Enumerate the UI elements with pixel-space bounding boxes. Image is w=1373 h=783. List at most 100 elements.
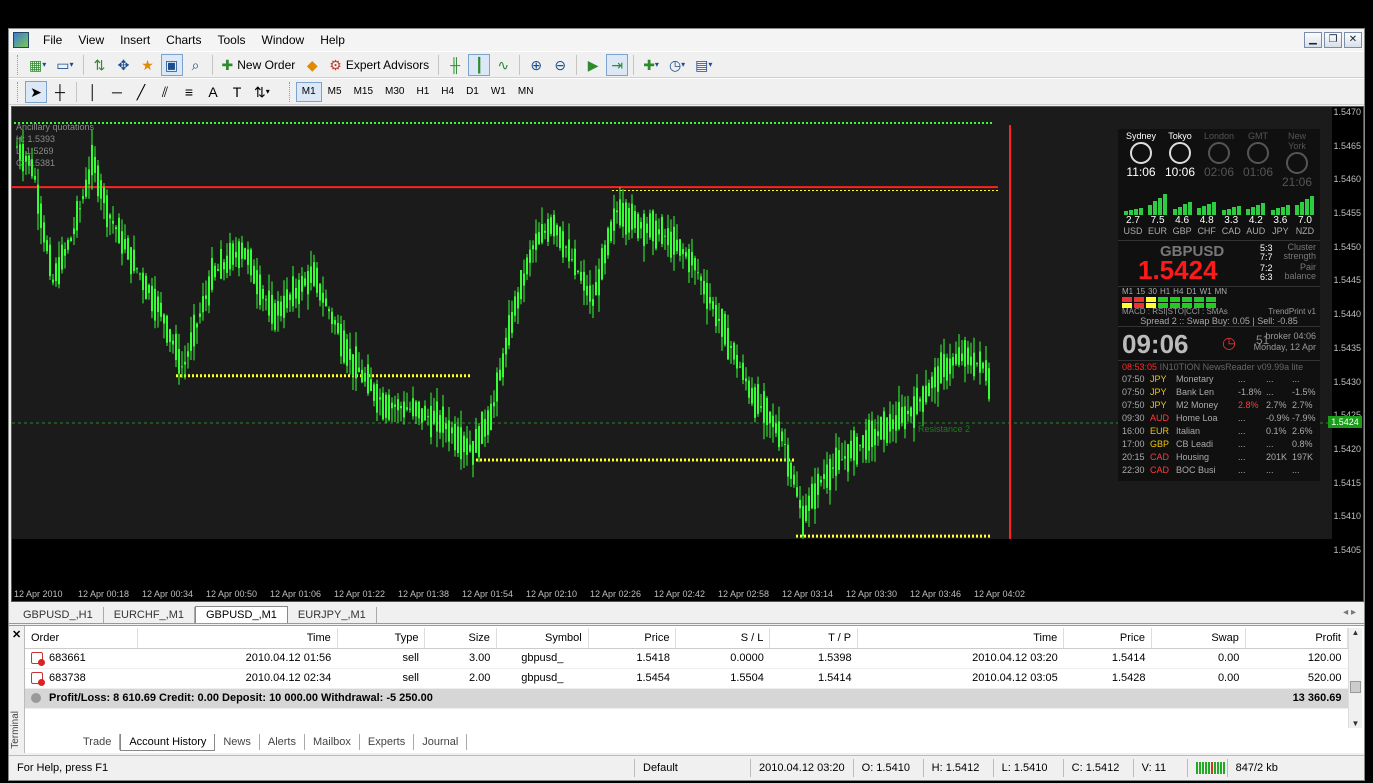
column-header[interactable]: Size	[424, 628, 497, 649]
terminal-tab-news[interactable]: News	[215, 734, 260, 750]
table-row[interactable]: 683661 2010.04.12 01:56 sell 3.00 gbpusd_ 1.5…	[25, 648, 1348, 669]
tf-h4[interactable]: H4	[435, 82, 460, 102]
chart-tab[interactable]: EURCHF_,M1	[104, 607, 195, 623]
pair-price: 1.5424	[1138, 255, 1218, 285]
data-window-button[interactable]: ★	[137, 54, 159, 76]
terminal-tab-trade[interactable]: Trade	[75, 734, 121, 750]
text-button[interactable]: A	[202, 81, 224, 103]
tab-scroll-arrows[interactable]: ◂ ▸	[1343, 607, 1356, 618]
terminal-tab-alerts[interactable]: Alerts	[260, 734, 305, 750]
candle-body	[763, 391, 765, 423]
zoom-out-button[interactable]: ⊖	[549, 54, 571, 76]
column-header[interactable]: Time	[137, 628, 338, 649]
minimize-icon[interactable]: ▁	[1304, 32, 1322, 48]
column-header[interactable]: S / L	[675, 628, 771, 649]
horizontal-line-button[interactable]: ─	[106, 81, 128, 103]
line-chart-button[interactable]: ∿	[492, 54, 514, 76]
terminal-tab-mailbox[interactable]: Mailbox	[305, 734, 360, 750]
zoom-in-button[interactable]: ⊕	[525, 54, 547, 76]
chart-tab[interactable]: EURJPY_,M1	[288, 607, 377, 623]
column-header[interactable]: Profit	[1245, 628, 1349, 649]
scroll-down-icon[interactable]: ▼	[1349, 719, 1362, 728]
terminal-tab-account-history[interactable]: Account History	[120, 733, 216, 751]
auto-scroll-button[interactable]: ▶	[582, 54, 604, 76]
candle-body	[706, 282, 708, 309]
tf-label: D1	[1186, 287, 1197, 296]
tf-m1[interactable]: M1	[295, 81, 322, 102]
text-label-button[interactable]: T	[226, 81, 248, 103]
history-table: Order Time Type Size Symbol Price S / LT / P Ti…	[25, 628, 1349, 709]
column-header[interactable]: Price	[1063, 628, 1152, 649]
tf-m30[interactable]: M30	[379, 82, 410, 102]
toolbar-grip[interactable]	[288, 81, 292, 102]
toolbar-grip[interactable]	[17, 54, 20, 75]
column-header[interactable]: Price	[588, 628, 677, 649]
market-watch-button[interactable]: ⇅	[89, 54, 111, 76]
toolbar-grip[interactable]	[17, 81, 20, 102]
menu-window[interactable]: Window	[254, 29, 313, 51]
terminal-tab-experts[interactable]: Experts	[360, 734, 415, 750]
fibonacci-button[interactable]: ≡	[178, 81, 200, 103]
new-chart-button[interactable]: ▦ ▾	[25, 54, 50, 76]
restore-icon[interactable]: ❐	[1324, 32, 1342, 48]
tf-d1[interactable]: D1	[460, 82, 485, 102]
status-profile[interactable]: Default	[635, 759, 751, 777]
tf-m5[interactable]: M5	[322, 82, 348, 102]
profiles-button[interactable]: ▭ ▾	[52, 54, 77, 76]
time-tick-label: 12 Apr 04:02	[974, 589, 1026, 599]
crosshair-button[interactable]: ┼	[49, 81, 71, 103]
candle-body	[895, 415, 897, 431]
menu-help[interactable]: Help	[312, 29, 353, 51]
periods-button[interactable]: ◷ ▾	[665, 54, 689, 76]
scroll-up-icon[interactable]: ▲	[1349, 628, 1362, 637]
trendline-button[interactable]: ╱	[130, 81, 152, 103]
expert-advisors-button[interactable]: ⚙ Expert Advisors	[325, 54, 433, 76]
equidistant-channel-button[interactable]: ⫽	[154, 81, 176, 103]
terminal-scrollbar[interactable]: ▲ ▼	[1348, 628, 1362, 728]
status-volume: V: 11	[1134, 759, 1188, 777]
clock-london: London 02:06	[1200, 131, 1238, 189]
price-chart[interactable]: Ancillary quotations H: 1.5393 L: 1.5269…	[11, 106, 1364, 602]
table-row[interactable]: 683738 2010.04.12 02:34 sell 2.00 gbpusd_ 1.5…	[25, 668, 1348, 689]
tf-m15[interactable]: M15	[348, 82, 379, 102]
dashboard-panel: Sydney 11:06 Tokyo 10:06 London 02:06 GMT 0…	[1118, 129, 1320, 481]
indicators-button[interactable]: ✚ ▾	[639, 54, 663, 76]
column-header[interactable]: Order	[25, 628, 138, 649]
tf-mn[interactable]: MN	[512, 82, 540, 102]
tf-w1[interactable]: W1	[485, 82, 512, 102]
menu-view[interactable]: View	[70, 29, 112, 51]
chart-tab[interactable]: GBPUSD_,H1	[13, 607, 104, 623]
terminal-tab-journal[interactable]: Journal	[414, 734, 468, 750]
expert-advisors-label: Expert Advisors	[345, 57, 430, 72]
chart-shift-button[interactable]: ⇥	[606, 53, 629, 76]
alert-button[interactable]: ◆	[301, 54, 323, 76]
close-icon[interactable]: ✕	[1344, 32, 1362, 48]
column-header[interactable]: Type	[337, 628, 426, 649]
tester-button[interactable]: ⌕	[185, 54, 207, 76]
arrows-button[interactable]: ⇅ ▾	[250, 81, 274, 103]
chart-tab[interactable]: GBPUSD_,M1	[195, 606, 288, 623]
tf-h1[interactable]: H1	[410, 82, 435, 102]
bar-chart-button[interactable]: ╫	[444, 54, 466, 76]
candle-body	[343, 330, 345, 363]
candle-body	[634, 211, 636, 229]
column-header[interactable]: Time	[857, 628, 1065, 649]
cursor-button[interactable]: ➤	[25, 80, 47, 103]
vertical-line-button[interactable]: │	[82, 81, 104, 103]
new-order-button[interactable]: ✚ New Order	[218, 54, 300, 76]
column-header[interactable]: Symbol	[496, 628, 589, 649]
candlestick-button[interactable]: ┃	[468, 53, 491, 76]
menu-tools[interactable]: Tools	[210, 29, 254, 51]
close-terminal-icon[interactable]: ✕	[12, 628, 21, 641]
templates-button[interactable]: ▤ ▾	[691, 54, 716, 76]
column-header[interactable]: T / P	[769, 628, 859, 649]
menu-insert[interactable]: Insert	[112, 29, 158, 51]
candle-body	[937, 366, 939, 392]
navigator-button[interactable]: ✥	[113, 54, 135, 76]
strength-gbp: 4.6 GBP	[1171, 193, 1193, 236]
scroll-thumb[interactable]	[1350, 681, 1361, 693]
menu-charts[interactable]: Charts	[158, 29, 209, 51]
column-header[interactable]: Swap	[1151, 628, 1246, 649]
terminal-button[interactable]: ▣	[160, 53, 183, 76]
menu-file[interactable]: File	[35, 29, 70, 51]
